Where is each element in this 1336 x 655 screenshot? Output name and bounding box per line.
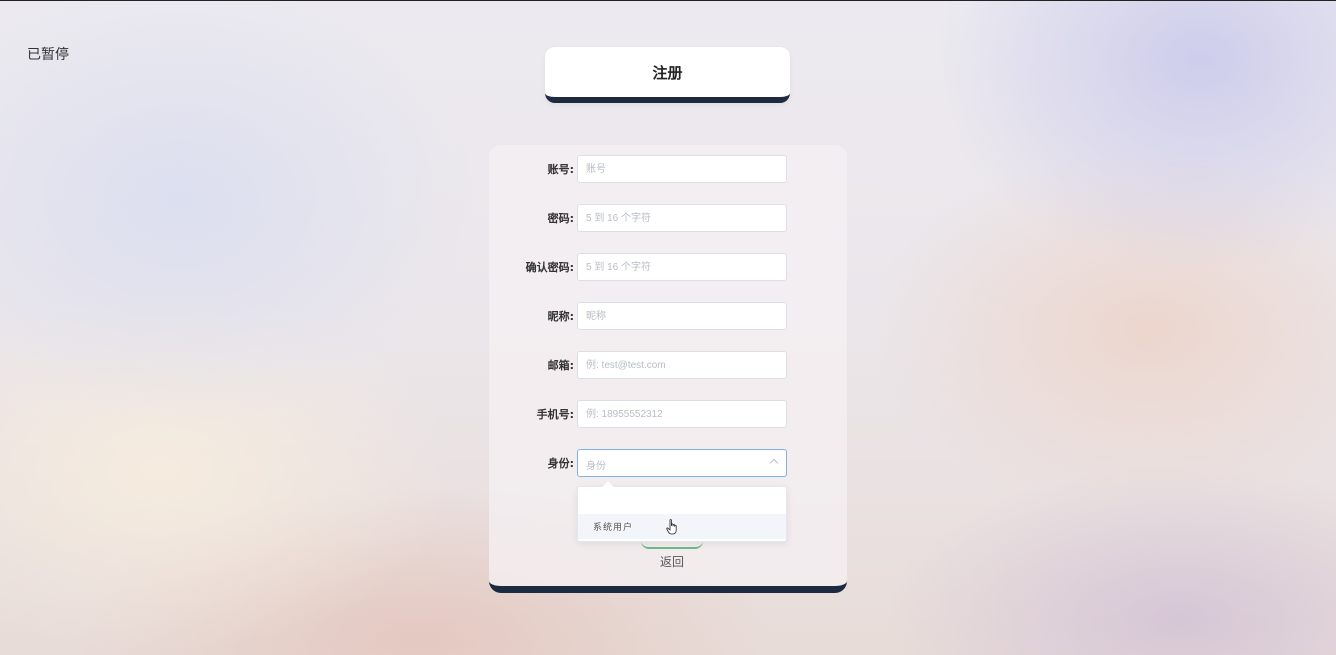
- nickname-row: 昵称:: [489, 302, 847, 330]
- identity-row: 身份: 身份: [489, 449, 847, 477]
- identity-dropdown: 系统用户: [577, 481, 787, 542]
- password-row: 密码:: [489, 204, 847, 232]
- phone-input[interactable]: [577, 400, 787, 428]
- back-link[interactable]: 返回: [660, 553, 684, 570]
- nickname-input[interactable]: [577, 302, 787, 330]
- identity-option-system-user[interactable]: 系统用户: [578, 514, 786, 539]
- identity-option-label: 系统用户: [593, 523, 634, 533]
- page-title: 注册: [652, 63, 683, 82]
- register-title-tab: 注册: [545, 47, 790, 103]
- window-top-border: [0, 0, 1336, 1]
- phone-row: 手机号:: [489, 400, 847, 428]
- identity-select-placeholder: 身份: [586, 461, 606, 472]
- password-input[interactable]: [577, 204, 787, 232]
- chevron-up-icon: [769, 458, 779, 468]
- identity-option-empty[interactable]: [578, 487, 786, 514]
- confirm-password-label: 确认密码:: [525, 261, 574, 274]
- phone-label: 手机号:: [536, 408, 574, 421]
- email-label: 邮箱:: [547, 359, 574, 372]
- email-input[interactable]: [577, 351, 787, 379]
- confirm-password-input[interactable]: [577, 253, 787, 281]
- account-label: 账号:: [547, 163, 574, 176]
- account-input[interactable]: [577, 155, 787, 183]
- paused-status-label: 已暂停: [27, 47, 69, 63]
- password-label: 密码:: [547, 212, 574, 225]
- email-row: 邮箱:: [489, 351, 847, 379]
- hand-pointer-icon: [666, 519, 677, 535]
- confirm-password-row: 确认密码:: [489, 253, 847, 281]
- identity-select[interactable]: 身份: [577, 449, 787, 477]
- account-row: 账号:: [489, 155, 847, 183]
- submit-button-edge[interactable]: [641, 541, 703, 549]
- identity-label: 身份:: [547, 457, 574, 470]
- nickname-label: 昵称:: [547, 310, 574, 323]
